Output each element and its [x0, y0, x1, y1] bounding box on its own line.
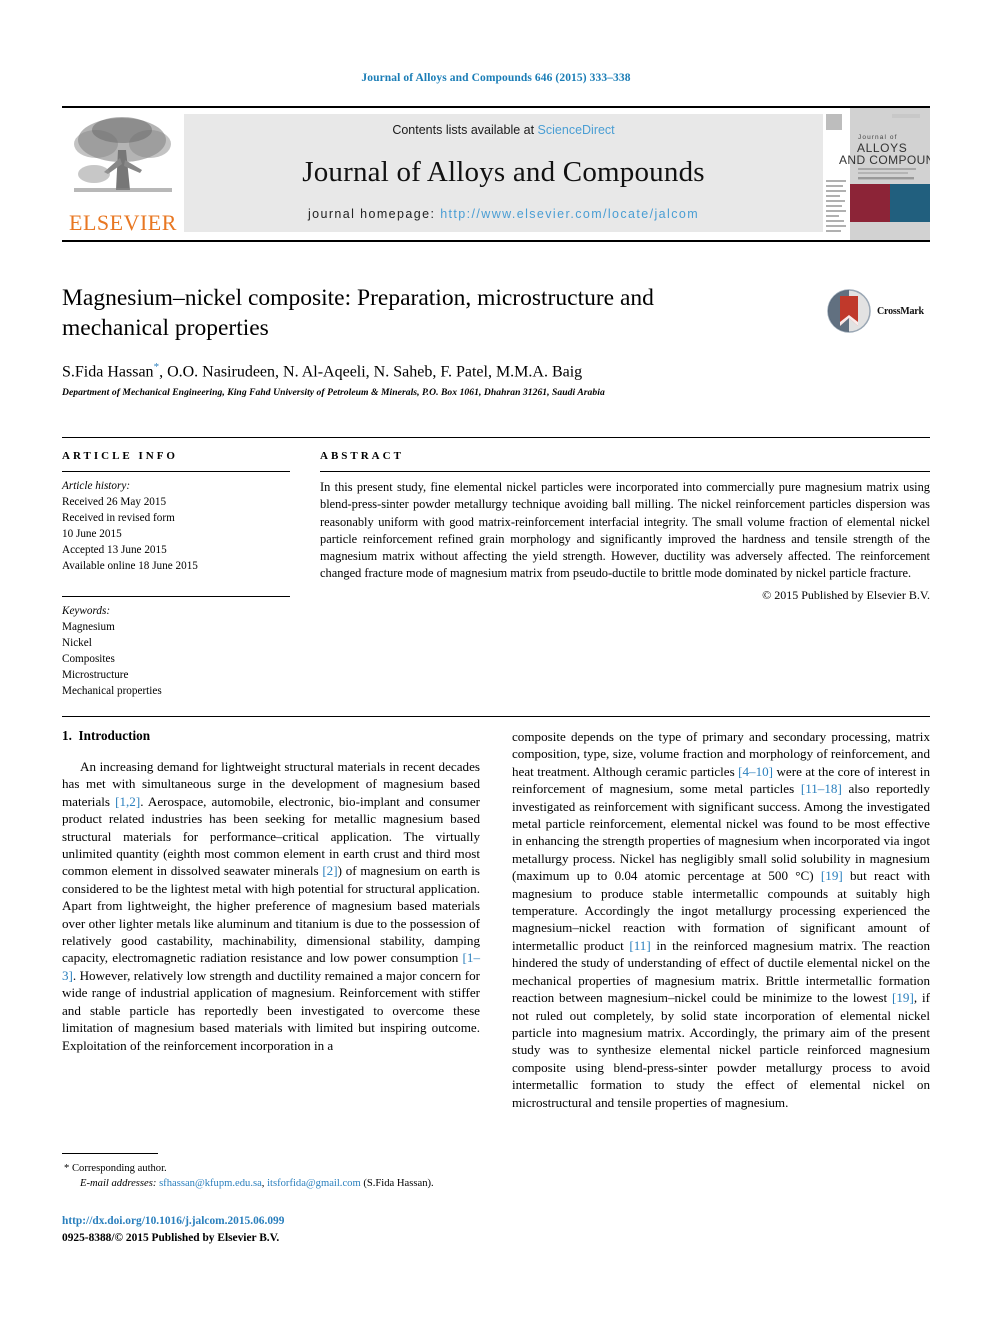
- info-divider: [62, 471, 290, 472]
- footnote-block: * Corresponding author. E-mail addresses…: [62, 1153, 480, 1192]
- homepage-line: journal homepage: http://www.elsevier.co…: [308, 207, 699, 221]
- article-info-heading: ARTICLE INFO: [62, 450, 178, 462]
- homepage-link[interactable]: http://www.elsevier.com/locate/jalcom: [440, 207, 699, 221]
- cover-image: Journal of ALLOYS AND COMPOUNDS: [824, 108, 930, 240]
- article-page: Journal of Alloys and Compounds 646 (201…: [0, 0, 992, 1323]
- contents-prefix: Contents lists available at: [392, 123, 538, 137]
- crossmark-icon: [827, 289, 871, 333]
- abstract-column: ABSTRACT In this present study, fine ele…: [320, 450, 930, 700]
- email-suffix: (S.Fida Hassan).: [360, 1178, 434, 1190]
- doi-link[interactable]: http://dx.doi.org/10.1016/j.jalcom.2015.…: [62, 1213, 562, 1230]
- page-title: Magnesium–nickel composite: Preparation,…: [62, 285, 654, 342]
- title-block: Magnesium–nickel composite: Preparation,…: [62, 283, 930, 398]
- corresponding-author-name: S.Fida Hassan: [62, 363, 154, 381]
- abstract-divider: [320, 471, 930, 472]
- svg-text:Journal of: Journal of: [858, 134, 898, 141]
- info-abstract-block: ARTICLE INFO Article history: Received 2…: [62, 437, 930, 717]
- body-column-right: composite depends on the type of primary…: [512, 728, 930, 1111]
- article-info-column: ARTICLE INFO Article history: Received 2…: [62, 450, 290, 700]
- body-column-left: 1. Introduction An increasing demand for…: [62, 728, 480, 1111]
- history-item: Received in revised form: [62, 511, 175, 524]
- intro-text: , if not ruled out completely, by solid …: [512, 990, 930, 1110]
- keyword-item: Nickel: [62, 637, 92, 650]
- citation-ref[interactable]: [11]: [629, 938, 650, 953]
- keyword-item: Mechanical properties: [62, 684, 162, 697]
- history-item: Accepted 13 June 2015: [62, 543, 167, 556]
- citation-ref[interactable]: [19]: [821, 868, 843, 883]
- keyword-item: Composites: [62, 653, 115, 666]
- section-heading-introduction: 1. Introduction: [62, 728, 480, 744]
- intro-paragraph-right: composite depends on the type of primary…: [512, 728, 930, 1111]
- email-link-primary[interactable]: sfhassan@kfupm.edu.sa: [159, 1178, 262, 1189]
- copyright-line: © 2015 Published by Elsevier B.V.: [762, 587, 930, 602]
- keyword-item: Microstructure: [62, 669, 129, 682]
- email-label: E-mail addresses:: [80, 1178, 157, 1190]
- body-columns: 1. Introduction An increasing demand for…: [62, 728, 930, 1111]
- citation-ref[interactable]: [11–18]: [801, 781, 842, 796]
- elsevier-tree-icon: [74, 117, 172, 192]
- history-item: Received 26 May 2015: [62, 495, 167, 508]
- abstract-heading: ABSTRACT: [320, 450, 404, 462]
- asterisk-icon: *: [64, 1163, 70, 1174]
- journal-masthead: ELSEVIER Contents lists available at Sci…: [62, 106, 930, 242]
- sciencedirect-link[interactable]: ScienceDirect: [538, 123, 615, 137]
- citation-ref[interactable]: [1,2]: [115, 794, 140, 809]
- co-authors: , O.O. Nasirudeen, N. Al-Aqeeli, N. Sahe…: [159, 363, 583, 381]
- keywords-label: Keywords:: [62, 605, 111, 618]
- citation-ref[interactable]: [4–10]: [738, 764, 773, 779]
- abstract-text: In this present study, fine elemental ni…: [320, 480, 930, 581]
- issn-copyright-line: 0925-8388/© 2015 Published by Elsevier B…: [62, 1231, 280, 1244]
- elsevier-logo: ELSEVIER: [62, 108, 184, 240]
- intro-text: ) of magnesium on earth is considered to…: [62, 863, 480, 966]
- author-list: S.Fida Hassan*, O.O. Nasirudeen, N. Al-A…: [62, 361, 930, 381]
- corresponding-text: Corresponding author.: [71, 1163, 167, 1174]
- journal-title: Journal of Alloys and Compounds: [302, 155, 705, 188]
- homepage-prefix: journal homepage:: [307, 207, 441, 221]
- journal-cover-thumbnail: Journal of ALLOYS AND COMPOUNDS: [823, 108, 930, 240]
- article-history: Article history: Received 26 May 2015 Re…: [62, 479, 290, 574]
- running-head: Journal of Alloys and Compounds 646 (201…: [361, 72, 631, 84]
- keywords-divider: [62, 596, 290, 598]
- keywords-list: Keywords: Magnesium Nickel Composites Mi…: [62, 604, 290, 699]
- section-number: 1.: [62, 728, 72, 743]
- contents-line: Contents lists available at ScienceDirec…: [392, 123, 614, 137]
- crossmark-label: CrossMark: [877, 305, 924, 317]
- page-footer: http://dx.doi.org/10.1016/j.jalcom.2015.…: [62, 1213, 562, 1246]
- email-note: E-mail addresses: sfhassan@kfupm.edu.sa,…: [62, 1176, 480, 1191]
- corresponding-author-note: * Corresponding author.: [62, 1161, 480, 1176]
- footnote-rule: [62, 1153, 158, 1154]
- elsevier-wordmark: ELSEVIER: [69, 210, 177, 235]
- keyword-item: Magnesium: [62, 621, 115, 634]
- svg-text:AND COMPOUNDS: AND COMPOUNDS: [839, 153, 930, 167]
- masthead-center: Contents lists available at ScienceDirec…: [184, 114, 823, 232]
- email-link-secondary[interactable]: itsforfida@gmail.com: [267, 1178, 361, 1189]
- intro-text: . However, relatively low strength and d…: [62, 967, 480, 1053]
- section-title: Introduction: [78, 728, 151, 743]
- citation-ref[interactable]: [2]: [322, 863, 337, 878]
- history-label: Article history:: [62, 480, 131, 492]
- crossmark-badge[interactable]: CrossMark: [826, 288, 930, 334]
- intro-paragraph-left: An increasing demand for lightweight str…: [62, 758, 480, 1054]
- history-item: Available online 18 June 2015: [62, 559, 198, 572]
- history-item: 10 June 2015: [62, 527, 122, 540]
- affiliation: Department of Mechanical Engineering, Ki…: [62, 387, 605, 399]
- citation-ref[interactable]: [19]: [892, 990, 914, 1005]
- keywords-block: Keywords: Magnesium Nickel Composites Mi…: [62, 596, 290, 699]
